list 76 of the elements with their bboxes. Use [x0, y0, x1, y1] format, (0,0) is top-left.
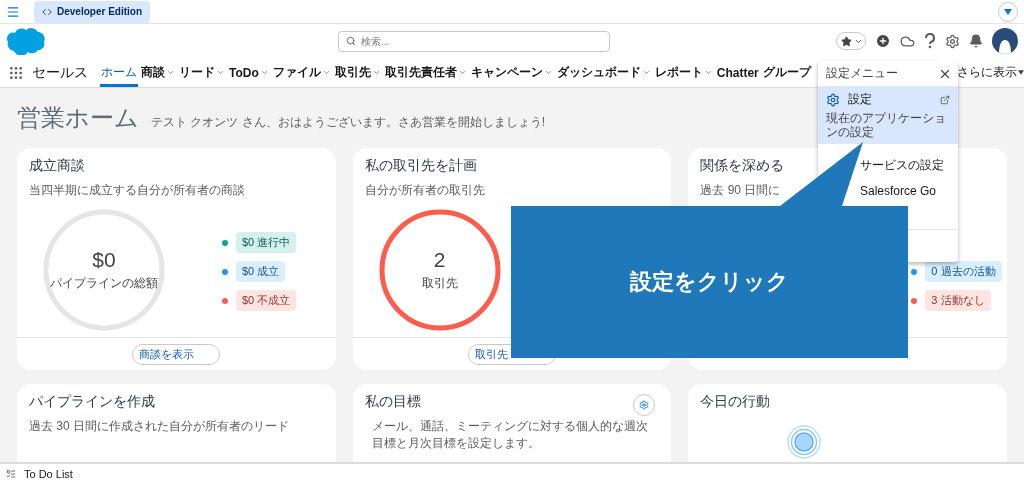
page-title: 営業ホーム — [17, 103, 139, 133]
bell-icon[interactable] — [969, 34, 983, 48]
avatar[interactable] — [992, 28, 1018, 54]
chevron-icon[interactable] — [321, 68, 331, 77]
external-link-icon — [940, 94, 950, 105]
chevron-icon[interactable] — [641, 68, 651, 77]
status-badge: 3 活動なし — [925, 290, 991, 311]
gear-icon — [639, 400, 650, 410]
card-subtitle: 過去 30 日間に作成された自分が所有者のリード — [29, 418, 289, 435]
utility-label[interactable]: To Do List — [24, 468, 73, 480]
logo[interactable] — [6, 27, 46, 55]
settings-button[interactable] — [633, 394, 656, 416]
card-title: 今日の行動 — [700, 393, 771, 411]
status-badge: $0 進行中 — [236, 232, 297, 253]
card-title: 成立商談 — [29, 157, 85, 175]
ring-label: 取引先 — [421, 275, 458, 292]
status-badge: $0 成立 — [236, 261, 286, 282]
app-name: セールス — [32, 62, 88, 82]
caret-icon[interactable] — [1004, 8, 1012, 15]
gear-icon — [826, 92, 840, 107]
callout-text: 設定をクリック — [629, 268, 790, 296]
card-subtitle: 当四半期に成立する自分が所有者の商談 — [29, 182, 245, 199]
ring-value: 2 — [433, 248, 446, 272]
card-title: 関係を深める — [700, 157, 785, 175]
chevron-icon[interactable] — [543, 68, 553, 77]
card-subtitle: 自分が所有者の取引先 — [364, 182, 485, 199]
card-title: 私の目標 — [364, 393, 421, 411]
code-icon — [42, 6, 52, 17]
app-launcher-icon[interactable] — [8, 64, 24, 81]
chevron-icon[interactable] — [703, 68, 713, 77]
ring-label: パイプラインの総額 — [50, 275, 158, 292]
menu-item-description: 現在のアプリケーションの設定 — [826, 111, 947, 139]
nav-tab[interactable]: グループ — [761, 58, 812, 87]
help-icon[interactable] — [924, 33, 936, 49]
status-badge: $0 不成立 — [236, 290, 297, 311]
status-badge: 0 過去の活動 — [925, 261, 1002, 282]
menu-item-label: 設定 — [848, 91, 872, 108]
caret-icon[interactable] — [1018, 70, 1024, 75]
chevron-icon[interactable] — [259, 68, 269, 77]
nav-tab[interactable]: キャンペーン — [469, 58, 554, 87]
menu-icon[interactable] — [6, 4, 20, 19]
nav-tab[interactable]: レポート — [653, 58, 714, 87]
nav-tab[interactable]: 商談 — [140, 58, 176, 87]
dropdown-button[interactable] — [998, 1, 1018, 22]
nav-tab[interactable]: 取引先責任者 — [383, 58, 468, 87]
chevron-icon[interactable] — [166, 68, 175, 77]
chevron-icon[interactable] — [371, 68, 381, 77]
nav-tab[interactable]: 取引先 — [333, 58, 382, 87]
star-icon — [841, 35, 852, 47]
menu-item-label: Salesforce Go — [860, 184, 937, 198]
chevron-icon[interactable] — [457, 68, 467, 77]
more-tab[interactable]: さらに表示 — [957, 58, 1024, 87]
todo-list-icon[interactable] — [6, 469, 16, 479]
view-button[interactable]: 商談を表示 — [132, 343, 221, 365]
cloud-icon[interactable] — [900, 33, 915, 49]
settings-icon[interactable] — [945, 33, 960, 49]
search-field[interactable]: 検索... — [338, 30, 610, 52]
card-title: パイプラインを作成 — [29, 393, 155, 411]
menu-item[interactable]: 設定 現在のアプリケーションの設定 — [818, 86, 958, 144]
nav-tab[interactable]: Chatter — [715, 58, 760, 87]
menu-item-label: サービスの設定 — [860, 157, 944, 174]
nav-tab[interactable]: ホーム — [100, 58, 138, 87]
nav-tab[interactable]: リード — [178, 58, 226, 87]
card-subtitle: メール、通話、ミーティングに対する個人的な週次目標と月次目標を設定します。 — [370, 418, 649, 452]
greeting: テスト クオンツ さん、おはようございます。さあ営業を開始しましょう! — [151, 114, 545, 131]
app-tab[interactable]: Developer Edition — [34, 0, 150, 23]
nav-tab[interactable]: ファイル — [271, 58, 332, 87]
chevron-icon[interactable] — [216, 68, 225, 77]
nav-tab[interactable]: ToDo — [228, 58, 270, 87]
menu-title: 設定メニュー — [826, 65, 898, 82]
add-icon[interactable] — [875, 33, 891, 49]
card-subtitle: 過去 90 日間に — [700, 182, 781, 199]
card-title: 私の取引先を計画 — [364, 157, 477, 175]
ring-value: $0 — [92, 248, 116, 272]
pulse-drawing — [786, 424, 823, 460]
nav-tab[interactable]: ダッシュボード — [555, 58, 652, 87]
